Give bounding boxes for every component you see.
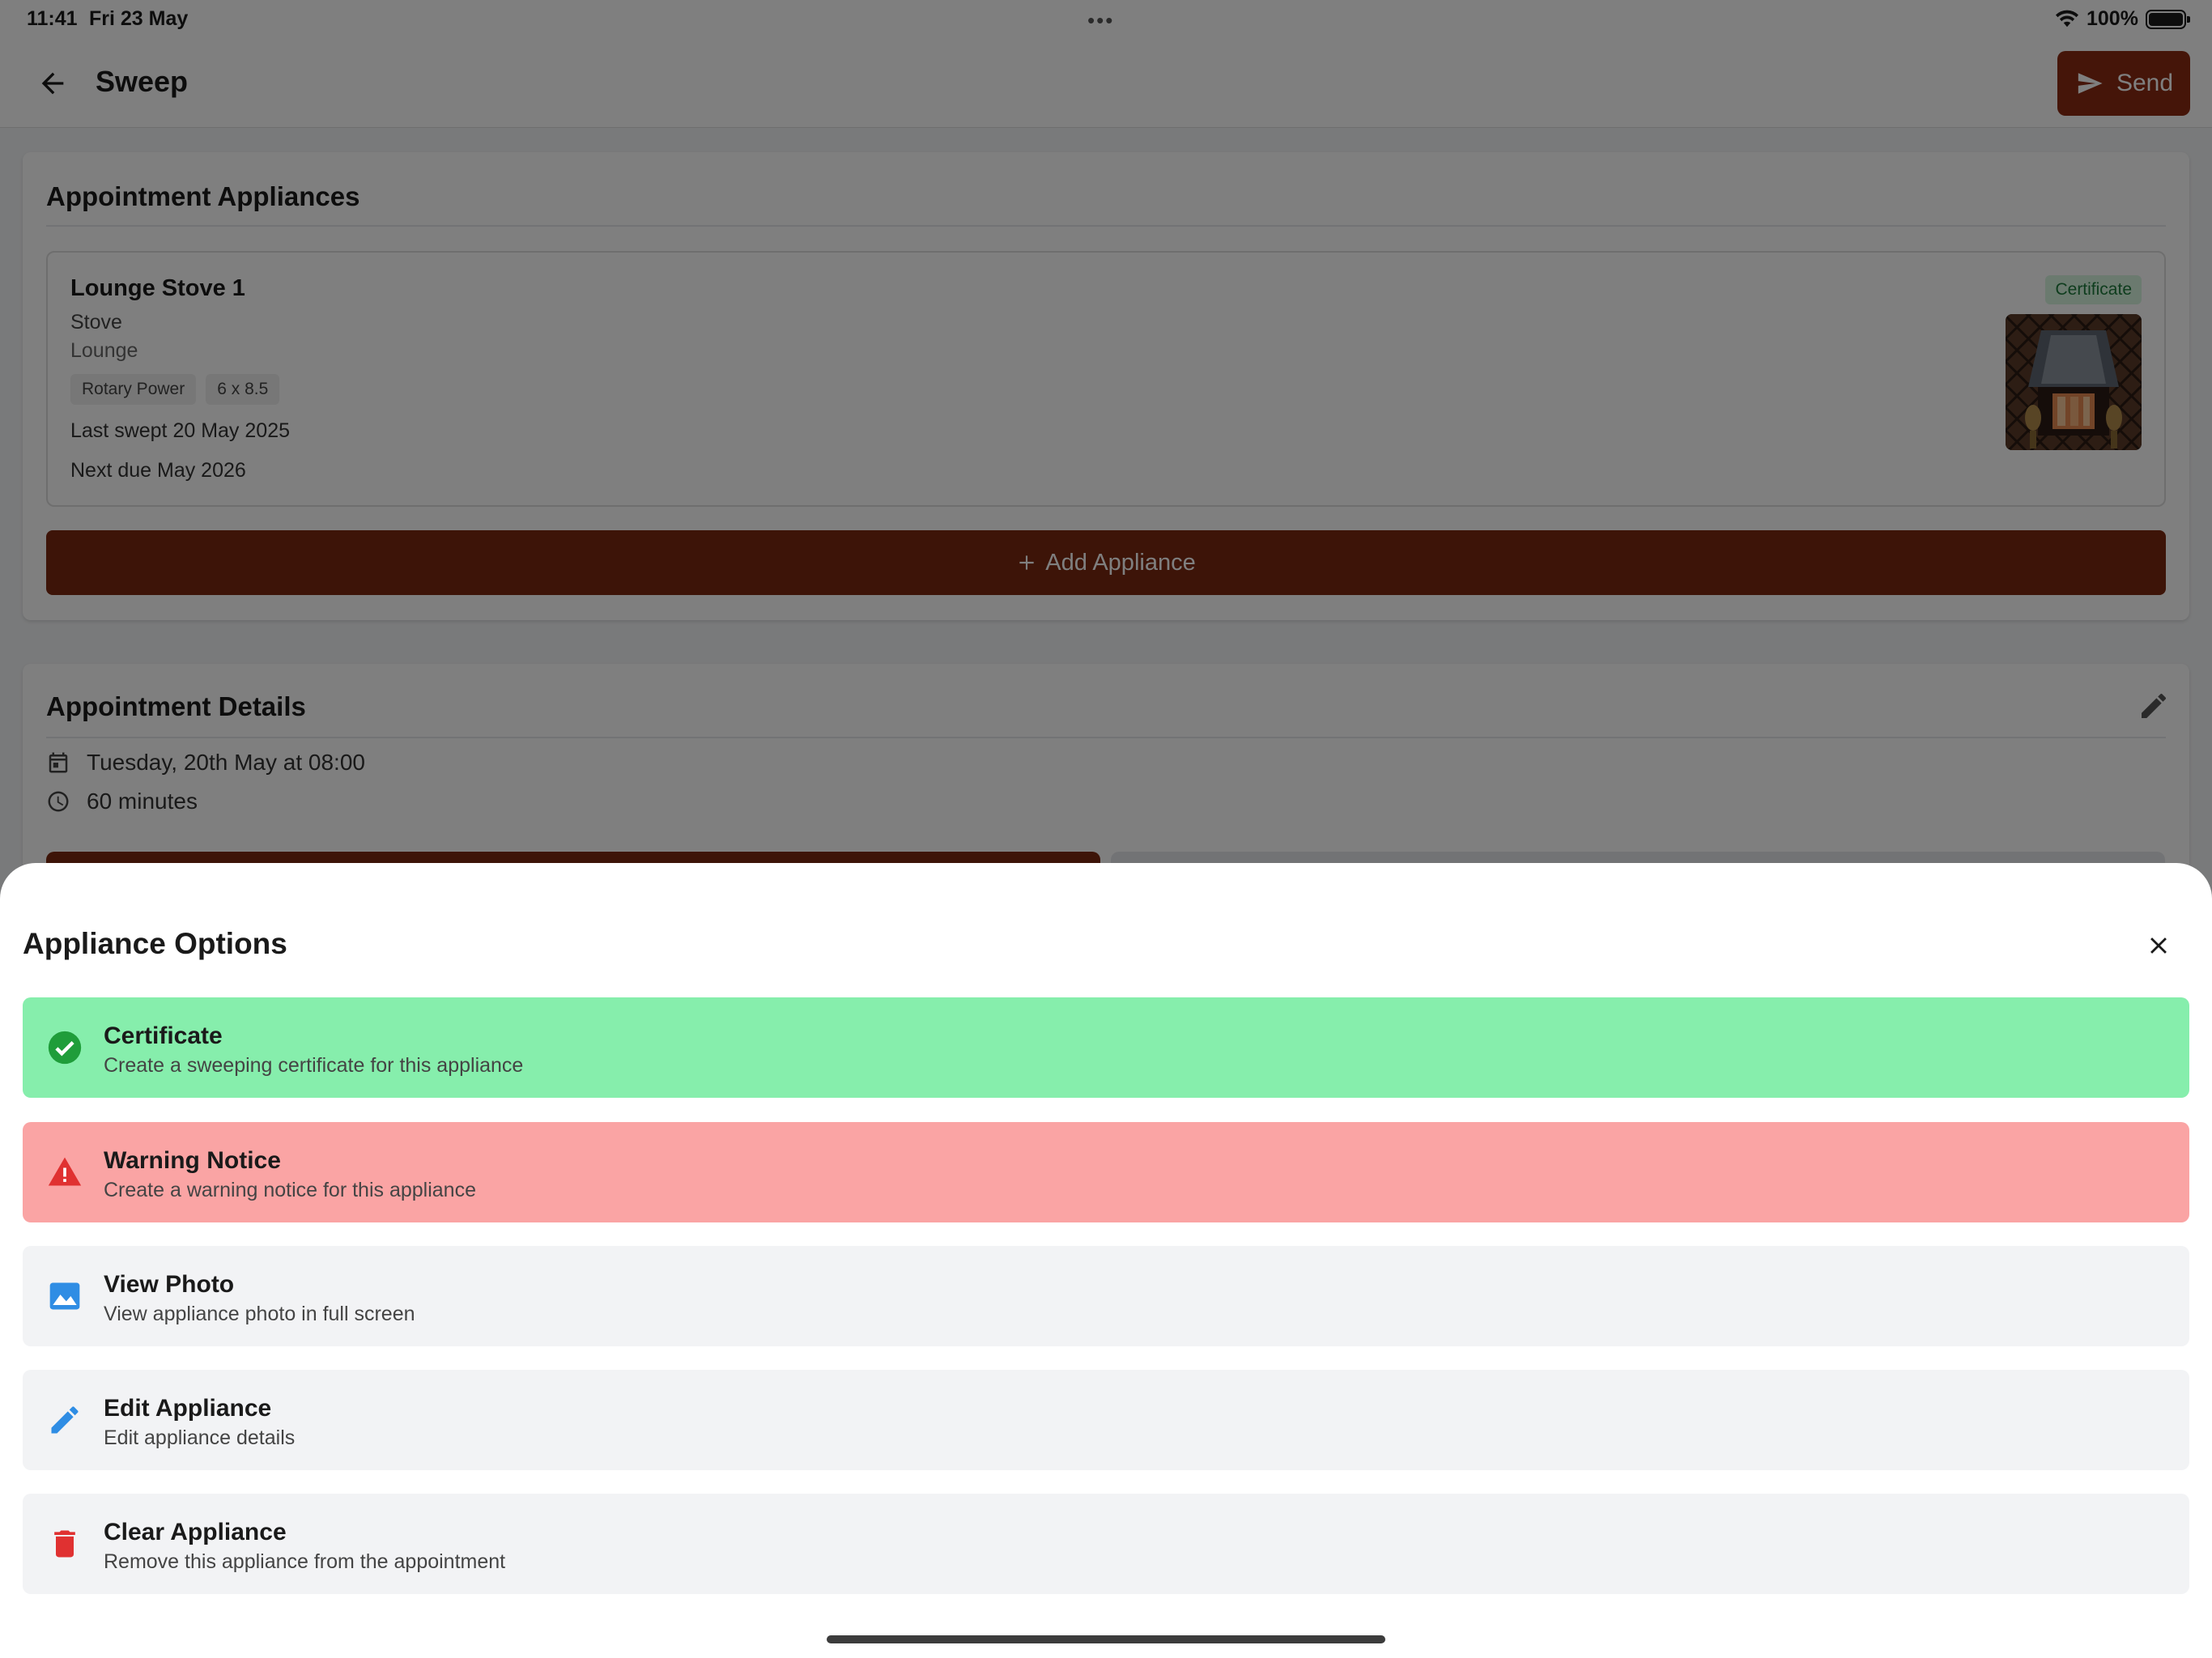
- check-circle-icon: [48, 1031, 82, 1065]
- close-button[interactable]: [2138, 925, 2179, 966]
- option-warning-notice[interactable]: Warning Notice Create a warning notice f…: [23, 1122, 2189, 1222]
- option-subtitle: Create a warning notice for this applian…: [104, 1179, 476, 1201]
- option-subtitle: Edit appliance details: [104, 1426, 296, 1449]
- sheet-title: Appliance Options: [23, 927, 287, 960]
- option-subtitle: Create a sweeping certificate for this a…: [104, 1054, 524, 1077]
- close-icon: [2150, 937, 2167, 954]
- option-title: Warning Notice: [104, 1147, 281, 1174]
- option-edit-appliance[interactable]: Edit Appliance Edit appliance details: [23, 1370, 2189, 1470]
- option-title: Clear Appliance: [104, 1519, 287, 1545]
- option-clear-appliance[interactable]: Clear Appliance Remove this appliance fr…: [23, 1494, 2189, 1594]
- option-title: View Photo: [104, 1271, 235, 1298]
- appliance-options-sheet: Appliance Options Certificate Create a s…: [0, 863, 2212, 1658]
- option-subtitle: Remove this appliance from the appointme…: [104, 1550, 506, 1573]
- warning-triangle-icon: [48, 1157, 82, 1186]
- option-title: Certificate: [104, 1022, 223, 1049]
- pencil-icon: [51, 1406, 79, 1434]
- option-certificate[interactable]: Certificate Create a sweeping certificat…: [23, 997, 2189, 1098]
- image-icon: [49, 1282, 80, 1310]
- option-subtitle: View appliance photo in full screen: [104, 1303, 415, 1325]
- option-title: Edit Appliance: [104, 1395, 272, 1422]
- trash-icon: [54, 1530, 75, 1558]
- home-indicator[interactable]: [827, 1635, 1385, 1643]
- option-view-photo[interactable]: View Photo View appliance photo in full …: [23, 1246, 2189, 1346]
